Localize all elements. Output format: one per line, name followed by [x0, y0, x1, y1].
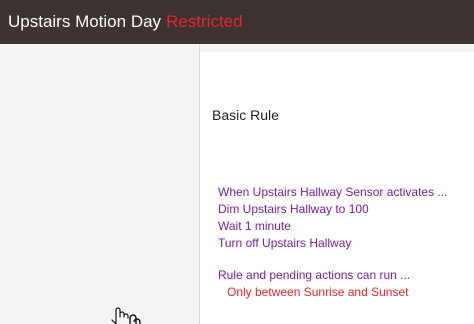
rule-action-dim: Dim Upstairs Hallway to 100 — [218, 202, 369, 216]
hand-pointer-icon — [111, 307, 141, 324]
rule-type-heading: Basic Rule — [212, 107, 279, 123]
app-header: Upstairs Motion Day Restricted — [0, 0, 474, 44]
status-restricted: Restricted — [166, 12, 243, 31]
rule-action-wait: Wait 1 minute — [218, 219, 291, 233]
rule-trigger-line: When Upstairs Hallway Sensor activates .… — [218, 185, 448, 199]
rule-action-off: Turn off Upstairs Hallway — [218, 236, 352, 250]
run-condition-line: Rule and pending actions can run ... — [218, 268, 411, 282]
left-panel — [0, 44, 199, 324]
rule-details-card: Basic Rule When Upstairs Hallway Sensor … — [200, 52, 474, 324]
restriction-line: Only between Sunrise and Sunset — [227, 285, 409, 299]
rule-title: Upstairs Motion Day — [8, 12, 162, 31]
